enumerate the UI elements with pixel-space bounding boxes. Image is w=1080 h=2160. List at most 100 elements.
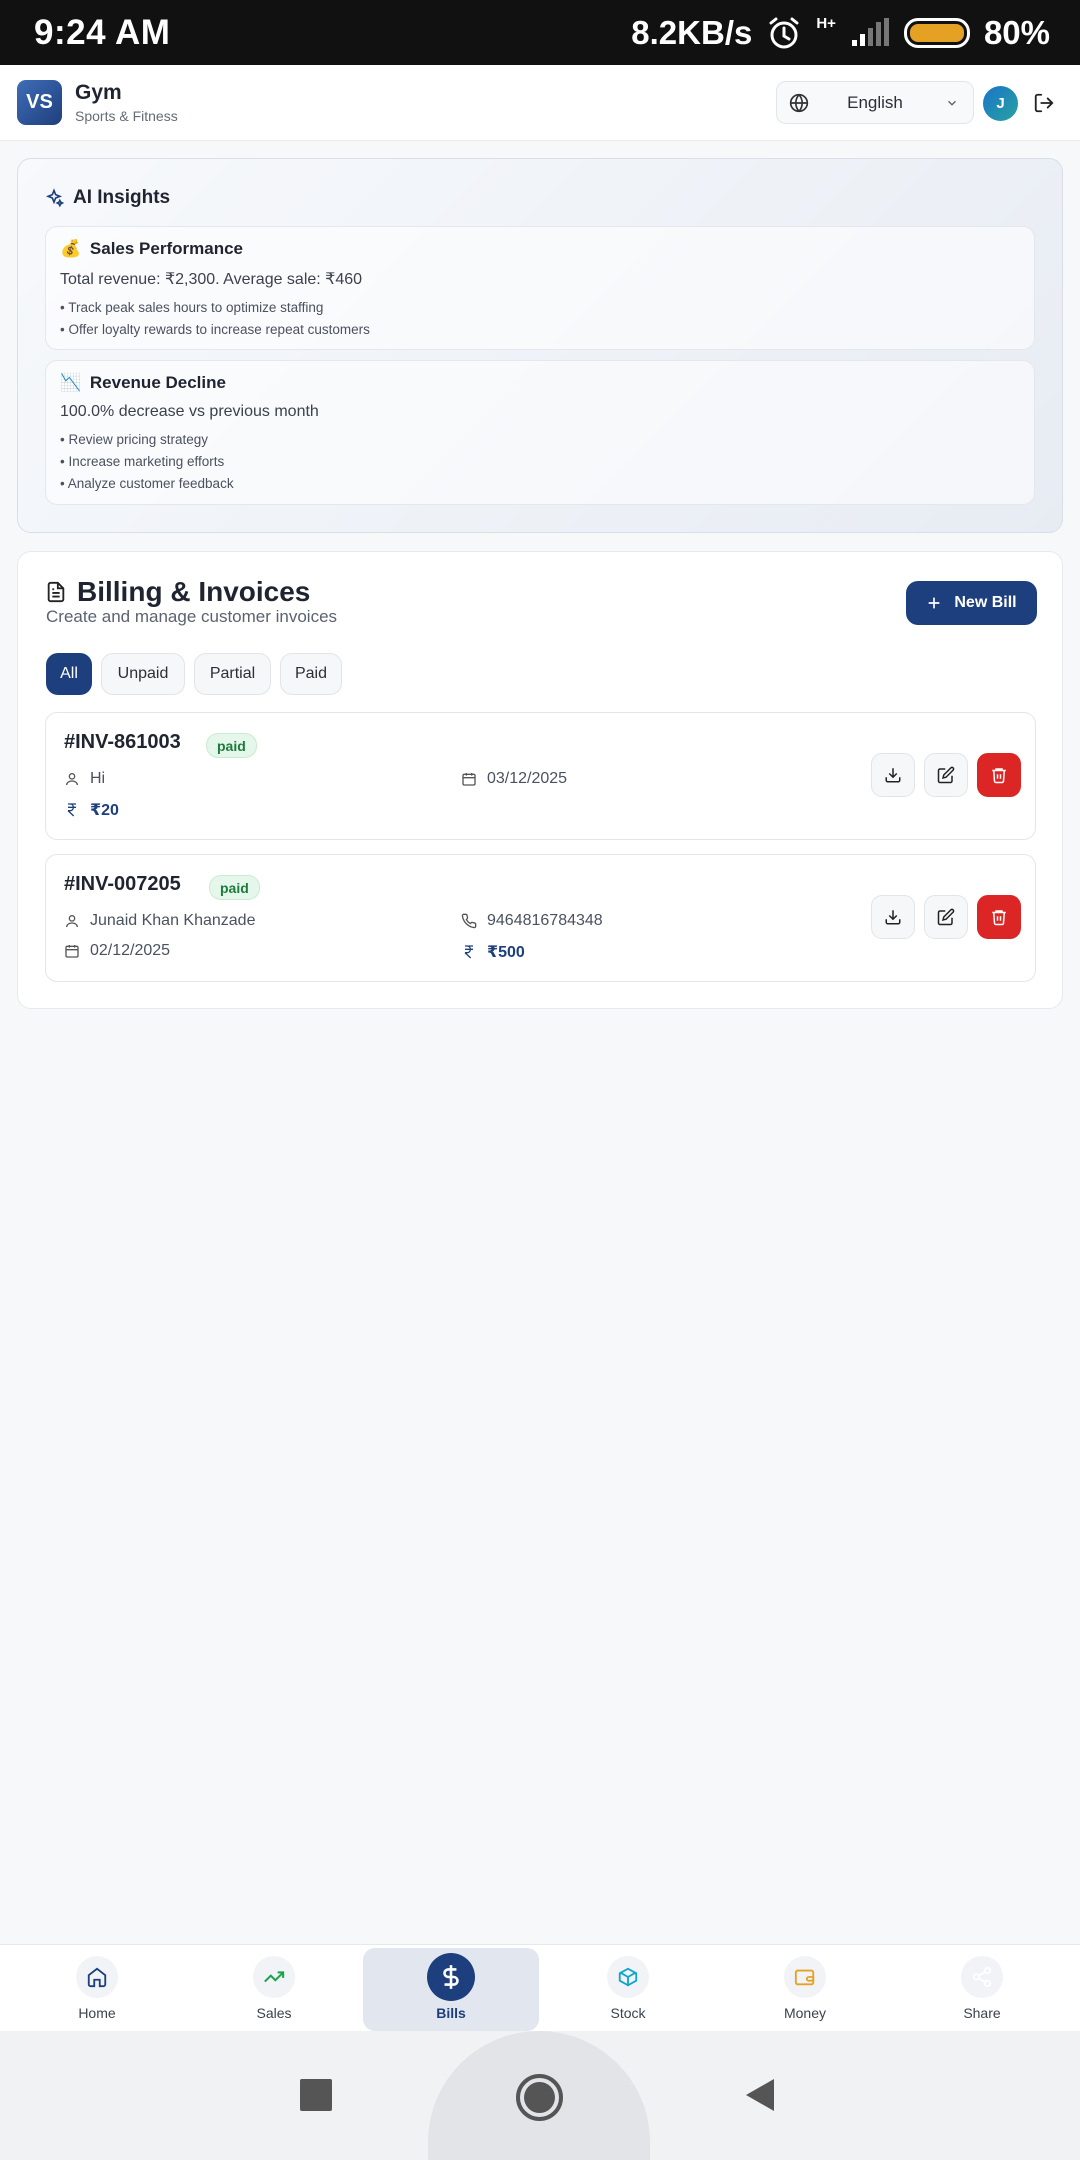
language-value: English [847,92,903,112]
money-bag-icon: 💰 [60,239,82,258]
status-bar: 9:24 AM 8.2KB/s H+ 80% [0,0,1080,65]
tab-all[interactable]: All [46,653,92,695]
edit-button[interactable] [924,895,968,939]
home-icon [87,1967,107,1988]
recents-button[interactable] [300,2079,332,2111]
dollar-icon [443,1965,459,1989]
chevron-down-icon [947,100,957,106]
trash-icon [992,768,1006,784]
nav-share[interactable]: Share [894,1948,1070,2031]
nav-home[interactable]: Home [9,1948,185,2031]
insight-text: 100.0% decrease vs previous month [60,403,319,420]
network-speed: 8.2KB/s [631,13,753,51]
battery-icon [903,17,970,48]
invoice-date: 03/12/2025 [487,770,568,787]
invoice-amount: ₹500 [487,944,525,961]
user-icon [66,773,78,786]
nav-label: Sales [256,2005,292,2021]
insight-tip: • Analyze customer feedback [60,476,234,491]
billing-card: Billing & Invoices Create and manage cus… [17,551,1063,1009]
insight-text: Total revenue: ₹2,300. Average sale: ₹46… [60,271,363,288]
trending-up-icon [264,1971,285,1983]
user-avatar[interactable]: J [983,86,1018,121]
ai-insights-title: AI Insights [73,187,171,208]
trash-icon [992,910,1006,926]
plus-icon [929,597,940,609]
nav-label: Money [783,2005,827,2021]
tab-partial[interactable]: Partial [194,653,271,695]
rupee-icon [67,803,76,817]
bottom-nav: Home Sales Bills Stock Money Share [0,1944,1080,2031]
download-icon [885,768,901,783]
back-button[interactable] [744,2077,776,2113]
nav-stock[interactable]: Stock [540,1948,716,2031]
download-icon [885,910,901,925]
language-select[interactable]: English [776,81,974,124]
insight-title: Sales Performance [89,239,243,258]
edit-icon [937,766,955,784]
sparkles-icon [45,188,64,208]
nav-label: Home [78,2005,116,2021]
page-subtitle: Create and manage customer invoices [46,607,338,626]
insight-tip: • Offer loyalty rewards to increase repe… [60,322,370,337]
status-time: 9:24 AM [34,12,171,52]
network-type: H+ [816,15,836,32]
home-button[interactable] [516,2074,563,2121]
business-category: Sports & Fitness [75,108,178,124]
tab-unpaid[interactable]: Unpaid [101,653,185,695]
nav-label: Stock [610,2005,646,2021]
nav-label: Share [963,2005,1001,2021]
customer-name: Hi [90,770,106,787]
rupee-icon [464,945,473,959]
ai-insights-card: AI Insights 💰 Sales Performance Total re… [17,158,1063,533]
invoice-date: 02/12/2025 [90,942,171,959]
download-button[interactable] [871,895,915,939]
new-bill-label: New Bill [954,594,1017,611]
status-badge: paid [209,875,260,900]
download-button[interactable] [871,753,915,797]
phone-icon [461,913,477,929]
delete-button[interactable] [977,753,1021,797]
invoice-number: #INV-861003 [64,731,181,753]
invoice-card[interactable]: #INV-861003 paid Hi 03/12/2025 ₹20 [45,712,1036,840]
alarm-icon [769,17,799,48]
insight-revenue-decline: 📉 Revenue Decline 100.0% decrease vs pre… [45,360,1035,505]
chart-decreasing-icon: 📉 [60,373,82,392]
edit-button[interactable] [924,753,968,797]
logout-icon[interactable] [1033,92,1055,114]
page-title: Billing & Invoices [77,576,311,607]
invoice-card[interactable]: #INV-007205 paid Junaid Khan Khanzade 94… [45,854,1036,982]
wallet-icon [794,1969,815,1986]
nav-bills[interactable]: Bills [363,1948,539,2031]
insight-tip: • Review pricing strategy [60,432,209,447]
delete-button[interactable] [977,895,1021,939]
insight-tip: • Track peak sales hours to optimize sta… [60,300,324,315]
nav-money[interactable]: Money [717,1948,893,2031]
system-nav-bar [0,2031,1080,2160]
insight-title: Revenue Decline [89,373,226,392]
package-icon [618,1967,638,1987]
customer-phone: 9464816784348 [487,912,603,929]
edit-icon [937,908,955,926]
nav-sales[interactable]: Sales [186,1948,362,2031]
user-icon [66,915,78,928]
status-filter-tabs: All Unpaid Partial Paid [46,653,342,695]
customer-name: Junaid Khan Khanzade [90,912,256,929]
invoice-amount: ₹20 [90,802,119,819]
document-icon [47,581,65,603]
calendar-icon [65,945,79,958]
invoice-number: #INV-007205 [64,873,181,895]
insight-tip: • Increase marketing efforts [60,454,225,469]
app-logo: VS [17,80,62,125]
status-badge: paid [206,733,257,758]
tab-paid[interactable]: Paid [280,653,342,695]
calendar-icon [462,773,476,786]
nav-label: Bills [436,2005,466,2021]
business-name: Gym [75,81,122,104]
share-icon [972,1966,992,1988]
signal-icon [851,17,889,46]
app-header: VS Gym Sports & Fitness English J [0,65,1080,141]
insight-sales-performance: 💰 Sales Performance Total revenue: ₹2,30… [45,226,1035,350]
battery-percent: 80% [983,13,1050,51]
new-bill-button[interactable]: New Bill [906,581,1037,625]
